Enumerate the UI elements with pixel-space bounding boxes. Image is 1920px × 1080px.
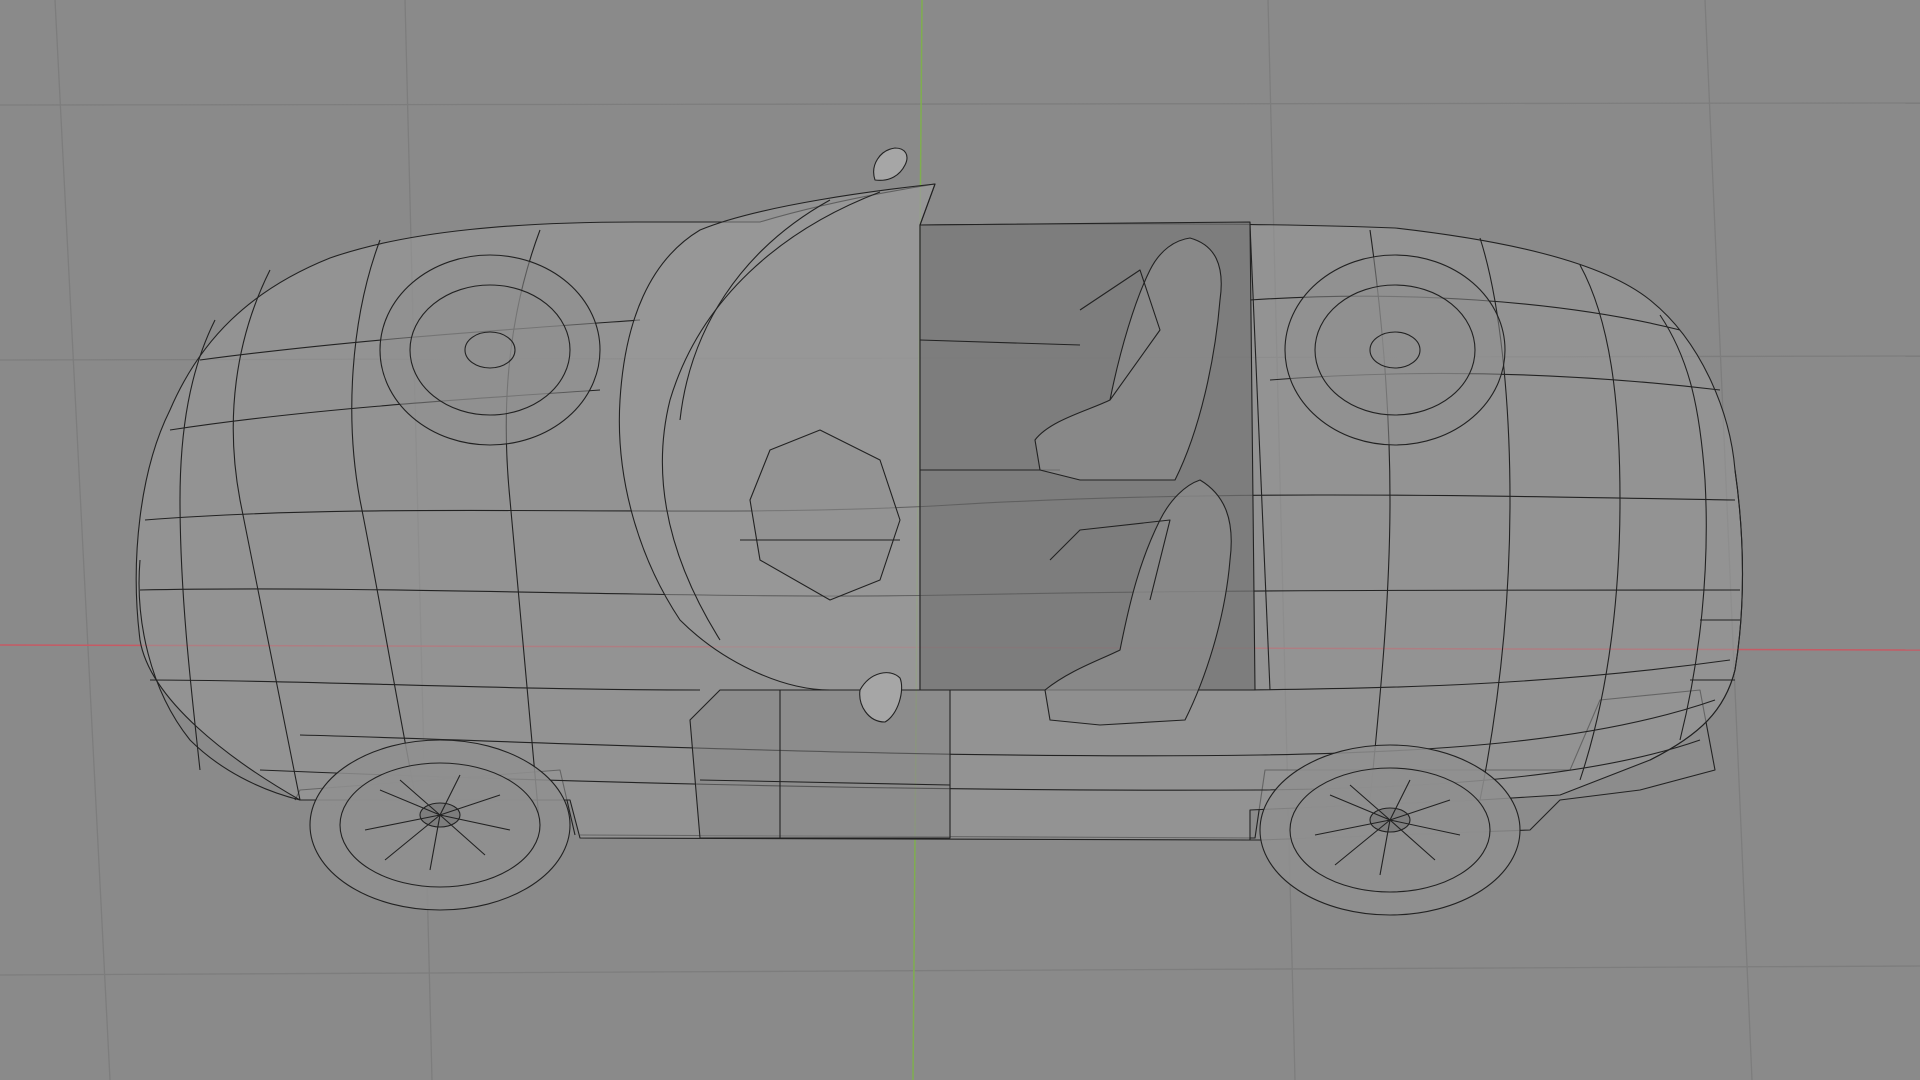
viewport-canvas[interactable]: [0, 0, 1920, 1080]
wheel-front: [309, 739, 571, 911]
wheel-rear: [1259, 744, 1521, 916]
car-model[interactable]: [135, 147, 1744, 916]
wheel-front-top: [379, 254, 601, 446]
wheel-rear-top: [1284, 254, 1506, 446]
3d-viewport[interactable]: [0, 0, 1920, 1080]
car-door-outline: [689, 689, 951, 839]
